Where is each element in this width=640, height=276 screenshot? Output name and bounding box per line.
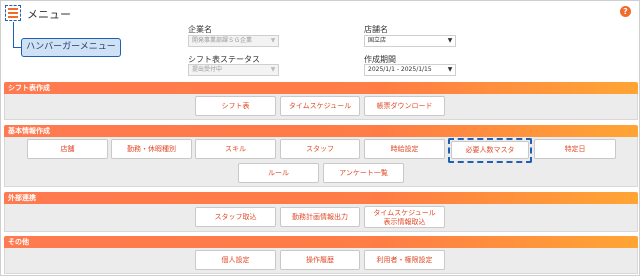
- operation-history-button[interactable]: 操作履歴: [280, 250, 360, 270]
- skill-button[interactable]: スキル: [195, 139, 276, 159]
- time-schedule-import-button[interactable]: タイムスケジュール 表示情報取込: [364, 206, 445, 228]
- store-button[interactable]: 店舗: [27, 139, 108, 159]
- time-schedule-button[interactable]: タイムスケジュール: [280, 96, 360, 116]
- staff-import-button[interactable]: スタッフ取込: [195, 207, 276, 227]
- hourly-wage-button[interactable]: 時給設定: [364, 139, 445, 159]
- section-body-external: スタッフ取込 勤務計画情報出力 タイムスケジュール 表示情報取込: [4, 204, 638, 232]
- store-label: 店舗名: [364, 25, 388, 34]
- rule-button[interactable]: ルール: [238, 163, 319, 183]
- staff-button[interactable]: スタッフ: [280, 139, 360, 159]
- personal-settings-button[interactable]: 個人設定: [195, 250, 276, 270]
- chevron-down-icon: ▼: [447, 66, 453, 73]
- required-staff-highlight: [448, 138, 532, 163]
- section-header-external: 外部連携: [4, 192, 638, 204]
- period-select[interactable]: 2025/1/1 - 2025/1/15 ▼: [364, 64, 456, 76]
- hamburger-menu-icon[interactable]: [5, 5, 21, 21]
- hamburger-callout: ハンバーガーメニュー: [21, 38, 121, 57]
- chevron-down-icon: ▼: [270, 37, 276, 44]
- company-value: 開発事業部課ＳＧ企業: [192, 37, 253, 44]
- user-permission-settings-button[interactable]: 利用者・権限設定: [364, 250, 445, 270]
- page-title: メニュー: [27, 8, 71, 21]
- store-select[interactable]: 国立店 ▼: [364, 35, 456, 47]
- company-label: 企業名: [188, 25, 212, 34]
- period-value: 2025/1/1 - 2025/1/15: [368, 66, 432, 73]
- section-header-shift: シフト表作成: [4, 82, 638, 94]
- help-icon[interactable]: ?: [620, 6, 631, 17]
- section-header-basic: 基本情報作成: [4, 125, 638, 137]
- work-plan-export-button[interactable]: 勤務計画情報出力: [280, 207, 360, 227]
- work-leave-type-button[interactable]: 勤務・休暇種別: [111, 139, 192, 159]
- store-value: 国立店: [368, 37, 387, 44]
- company-select: 開発事業部課ＳＧ企業 ▼: [188, 35, 279, 47]
- time-schedule-import-line2: 表示情報取込: [383, 218, 426, 226]
- time-schedule-import-line1: タイムスケジュール: [373, 209, 436, 217]
- chevron-down-icon: ▼: [270, 66, 276, 73]
- menu-window: メニュー ? ハンバーガーメニュー 企業名 開発事業部課ＳＧ企業 ▼ シフト表ス…: [0, 0, 640, 276]
- status-select: 提出受付中 ▼: [188, 64, 279, 76]
- section-body-other: 個人設定 操作履歴 利用者・権限設定: [4, 248, 638, 274]
- shift-table-button[interactable]: シフト表: [195, 96, 276, 116]
- chevron-down-icon: ▼: [447, 37, 453, 44]
- callout-connector: [13, 22, 14, 47]
- section-header-other: その他: [4, 236, 638, 248]
- section-body-shift: シフト表 タイムスケジュール 帳票ダウンロード: [4, 94, 638, 120]
- status-value: 提出受付中: [192, 66, 223, 73]
- section-body-basic: 店舗 勤務・休暇種別 スキル スタッフ 時給設定 必要人数マスタ 特定日 ルール…: [4, 137, 638, 187]
- report-download-button[interactable]: 帳票ダウンロード: [364, 96, 445, 116]
- survey-list-button[interactable]: アンケート一覧: [323, 163, 404, 183]
- special-day-button[interactable]: 特定日: [534, 139, 616, 159]
